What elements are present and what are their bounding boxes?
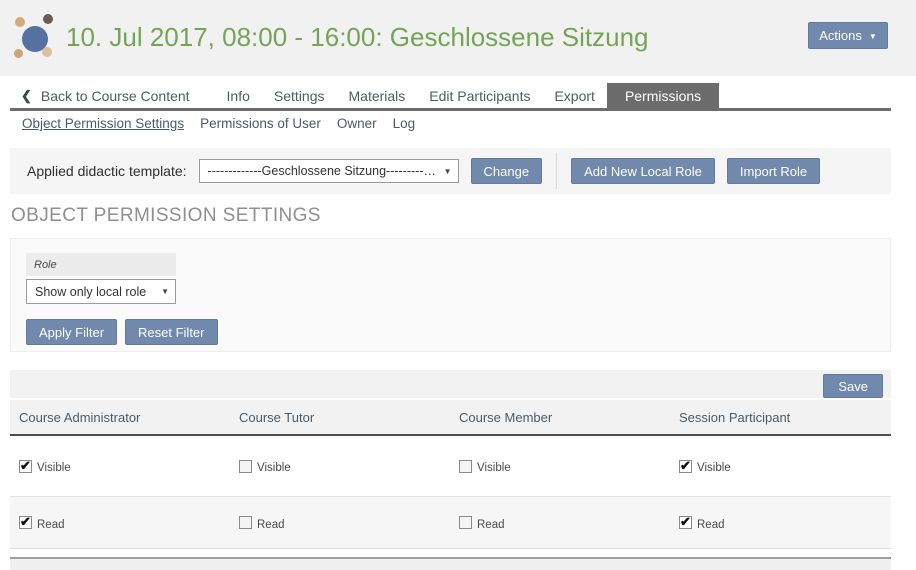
tab-info[interactable]: Info <box>215 83 262 108</box>
permission-cell: Visible <box>230 460 450 473</box>
checkbox[interactable] <box>239 516 252 529</box>
table-row: Visible Visible Visible Visible <box>10 436 891 497</box>
column-header-course-administrator: Course Administrator <box>10 410 230 425</box>
subtab-log[interactable]: Log <box>393 116 416 131</box>
checkbox[interactable] <box>19 460 32 473</box>
toolbar-divider <box>556 153 557 189</box>
read-checkbox-course-administrator[interactable]: Read <box>19 516 65 529</box>
permission-cell: Read <box>450 516 670 529</box>
row-gap <box>10 549 891 557</box>
actions-button-label: Actions <box>819 28 862 43</box>
tab-permissions[interactable]: Permissions <box>607 83 719 108</box>
didactic-template-label: Applied didactic template: <box>27 163 187 179</box>
tab-materials[interactable]: Materials <box>337 83 418 108</box>
checkbox[interactable] <box>679 460 692 473</box>
chevron-down-icon: ▼ <box>444 168 452 176</box>
filter-buttons: Apply Filter Reset Filter <box>26 319 218 345</box>
permission-cell: Read <box>230 516 450 529</box>
next-section-band <box>10 557 891 570</box>
permission-cell: Visible <box>670 460 890 473</box>
session-icon <box>12 14 60 62</box>
filter-panel: Role Show only local role ▼ Apply Filter… <box>10 238 891 352</box>
permission-label: Visible <box>37 462 71 474</box>
role-filter-label: Role <box>26 253 176 276</box>
visible-checkbox-course-tutor[interactable]: Visible <box>239 460 291 473</box>
subtab-bar: Object Permission Settings Permissions o… <box>22 116 415 131</box>
permission-cell: Visible <box>450 460 670 473</box>
visible-checkbox-course-member[interactable]: Visible <box>459 460 511 473</box>
tab-bar: ❮ Back to Course Content Info Settings M… <box>10 83 891 111</box>
section-title: OBJECT PERMISSION SETTINGS <box>11 205 321 227</box>
checkbox[interactable] <box>679 516 692 529</box>
actions-button[interactable]: Actions ▼ <box>808 22 888 49</box>
reset-filter-button[interactable]: Reset Filter <box>125 319 217 345</box>
role-filter-selected-value: Show only local role <box>35 285 146 299</box>
tab-settings[interactable]: Settings <box>262 83 337 108</box>
permissions-table: Save Course Administrator Course Tutor C… <box>10 370 891 570</box>
read-checkbox-session-participant[interactable]: Read <box>679 516 725 529</box>
logo-dot <box>42 47 52 57</box>
logo-dot <box>15 17 25 27</box>
back-link-label: Back to Course Content <box>41 88 190 104</box>
chevron-down-icon: ▼ <box>161 288 169 296</box>
didactic-template-select[interactable]: -------------Geschlossene Sitzung-------… <box>199 159 459 183</box>
back-to-course-content-link[interactable]: ❮ Back to Course Content <box>10 83 202 108</box>
permission-cell: Read <box>10 516 230 529</box>
change-button[interactable]: Change <box>471 158 543 184</box>
read-checkbox-course-member[interactable]: Read <box>459 516 505 529</box>
chevron-down-icon: ▼ <box>869 33 877 41</box>
permission-label: Visible <box>477 462 511 474</box>
role-filter-select[interactable]: Show only local role ▼ <box>26 279 176 304</box>
subtab-permissions-of-user[interactable]: Permissions of User <box>200 116 321 131</box>
logo-dot <box>43 14 53 24</box>
didactic-template-toolbar: Applied didactic template: -------------… <box>10 148 891 194</box>
import-role-button[interactable]: Import Role <box>727 158 820 184</box>
tab-export[interactable]: Export <box>542 83 606 108</box>
table-header-row: Course Administrator Course Tutor Course… <box>10 400 891 436</box>
page: 10. Jul 2017, 08:00 - 16:00: Geschlossen… <box>0 0 916 570</box>
visible-checkbox-course-administrator[interactable]: Visible <box>19 460 71 473</box>
column-header-session-participant: Session Participant <box>670 410 890 425</box>
table-toolbar: Save <box>10 370 891 400</box>
top-header-band: 10. Jul 2017, 08:00 - 16:00: Geschlossen… <box>0 0 916 76</box>
logo-dot <box>14 49 23 58</box>
permission-cell: Read <box>670 516 890 529</box>
permission-label: Visible <box>697 462 731 474</box>
column-header-course-member: Course Member <box>450 410 670 425</box>
checkbox[interactable] <box>459 516 472 529</box>
column-header-course-tutor: Course Tutor <box>230 410 450 425</box>
save-button[interactable]: Save <box>823 374 883 398</box>
didactic-template-selected-value: -------------Geschlossene Sitzung-------… <box>208 164 438 178</box>
add-new-local-role-button[interactable]: Add New Local Role <box>571 158 715 184</box>
chevron-left-icon: ❮ <box>21 88 32 104</box>
permission-label: Read <box>37 519 65 531</box>
subtab-owner[interactable]: Owner <box>337 116 377 131</box>
permission-cell: Visible <box>10 460 230 473</box>
permission-label: Read <box>257 519 285 531</box>
read-checkbox-course-tutor[interactable]: Read <box>239 516 285 529</box>
apply-filter-button[interactable]: Apply Filter <box>26 319 117 345</box>
checkbox[interactable] <box>19 516 32 529</box>
visible-checkbox-session-participant[interactable]: Visible <box>679 460 731 473</box>
subtab-object-permission-settings[interactable]: Object Permission Settings <box>22 116 184 131</box>
tab-edit-participants[interactable]: Edit Participants <box>417 83 542 108</box>
checkbox[interactable] <box>239 460 252 473</box>
checkbox[interactable] <box>459 460 472 473</box>
permission-label: Read <box>477 519 505 531</box>
page-title: 10. Jul 2017, 08:00 - 16:00: Geschlossen… <box>66 22 649 53</box>
permission-label: Read <box>697 519 725 531</box>
table-row: Read Read Read Read <box>10 497 891 549</box>
permission-label: Visible <box>257 462 291 474</box>
